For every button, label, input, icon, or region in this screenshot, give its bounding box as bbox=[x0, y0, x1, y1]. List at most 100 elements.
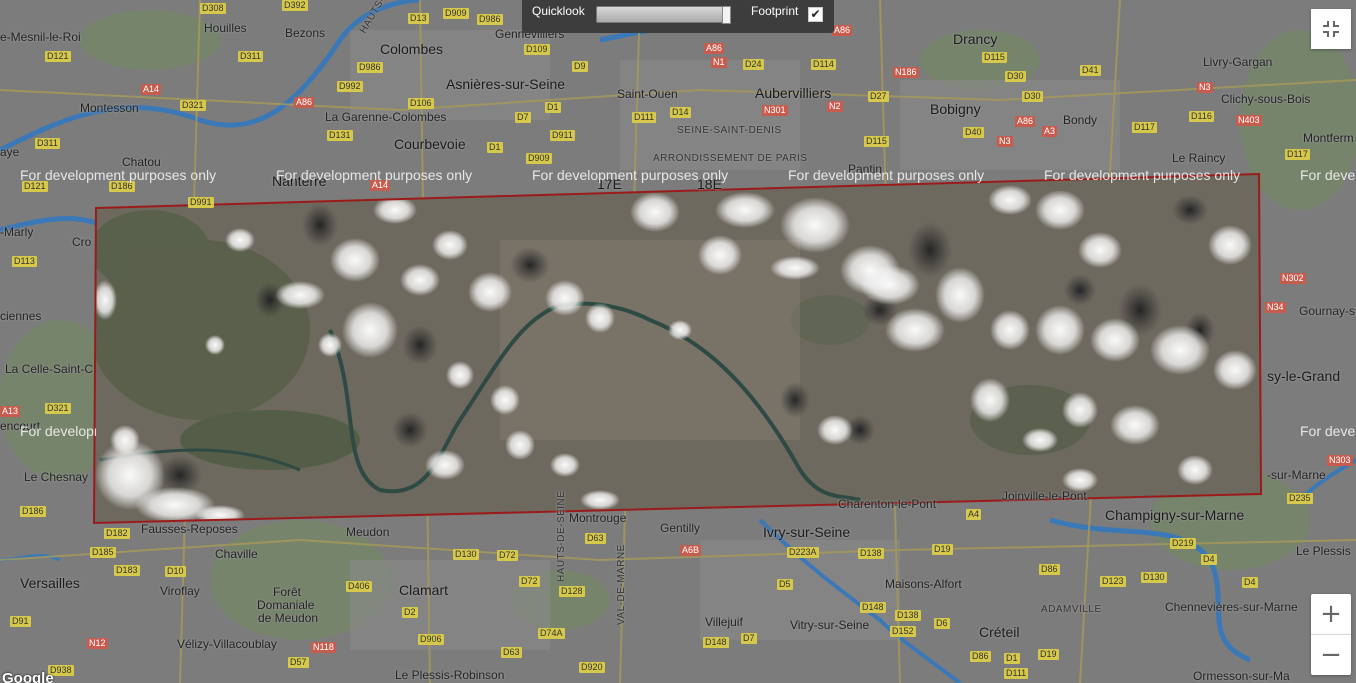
dev-watermark: For development purposes only bbox=[1300, 167, 1356, 183]
road-shield: N303 bbox=[1327, 455, 1353, 466]
road-shield: A6B bbox=[680, 545, 702, 556]
place-label: Houilles bbox=[204, 21, 247, 35]
place-label: Charenton-le-Pont bbox=[838, 497, 937, 511]
road-shield: D2 bbox=[402, 607, 418, 618]
road-shield: D19 bbox=[1038, 649, 1059, 660]
road-shield: D5 bbox=[777, 579, 793, 590]
road-shield: D183 bbox=[114, 565, 140, 576]
place-label: Vélizy-Villacoublay bbox=[177, 637, 277, 651]
plus-icon: + bbox=[1320, 599, 1342, 629]
checkmark-icon: ✔ bbox=[810, 7, 821, 21]
road-shield: D235 bbox=[1287, 493, 1313, 504]
minus-icon: − bbox=[1320, 640, 1342, 670]
place-label: HAUTS-DE-SEINE bbox=[556, 490, 567, 582]
road-shield: D1 bbox=[545, 102, 561, 113]
road-shield: D223A bbox=[787, 547, 819, 558]
place-label: Montferm bbox=[1303, 131, 1354, 145]
place-label: Gournay-s bbox=[1299, 304, 1356, 318]
road-shield: D106 bbox=[408, 98, 434, 109]
quicklook-slider-thumb[interactable] bbox=[722, 6, 731, 24]
place-label: Villejuif bbox=[705, 615, 743, 629]
road-shield: D86 bbox=[970, 651, 991, 662]
place-label: sy-le-Grand bbox=[1267, 368, 1341, 384]
road-shield: N34 bbox=[1265, 302, 1286, 313]
place-label: ADAMVILLE bbox=[1041, 604, 1102, 615]
dev-watermark: For development purposes only bbox=[276, 167, 473, 183]
road-shield: D114 bbox=[811, 59, 836, 70]
fullscreen-button[interactable] bbox=[1311, 9, 1351, 49]
place-label: Viroflay bbox=[160, 584, 200, 598]
place-label: Le Chesnay bbox=[24, 470, 89, 484]
place-label: Le Raincy bbox=[1172, 151, 1226, 165]
road-shield: D128 bbox=[559, 586, 585, 597]
place-label: Clichy-sous-Bois bbox=[1221, 92, 1311, 106]
road-shield: N302 bbox=[1280, 273, 1306, 284]
place-label: Bobigny bbox=[930, 101, 981, 117]
road-shield: N186 bbox=[893, 67, 919, 78]
road-shield: D906 bbox=[418, 634, 444, 645]
place-label: Chennevières-sur-Marne bbox=[1165, 600, 1298, 614]
road-shield: D911 bbox=[550, 130, 575, 141]
road-shield: D123 bbox=[1100, 576, 1126, 587]
road-shield: D113 bbox=[12, 256, 37, 267]
road-shield: D30 bbox=[1005, 71, 1026, 82]
footprint-checkbox[interactable]: ✔ bbox=[808, 7, 823, 22]
road-shield: D406 bbox=[346, 581, 372, 592]
road-shield: N301 bbox=[762, 105, 788, 116]
road-shield: D148 bbox=[860, 602, 886, 613]
road-shield: D311 bbox=[35, 138, 60, 149]
road-shield: D10 bbox=[165, 566, 186, 577]
road-shield: D116 bbox=[1189, 111, 1214, 122]
zoom-out-button[interactable]: − bbox=[1311, 635, 1351, 675]
place-label: Le Plessis bbox=[1296, 544, 1351, 558]
place-label: -sur-Marne bbox=[1267, 468, 1326, 482]
road-shield: D27 bbox=[868, 91, 889, 102]
dev-watermark: For development purposes only bbox=[20, 423, 96, 439]
road-shield: D41 bbox=[1080, 65, 1101, 76]
road-shield: D909 bbox=[443, 8, 469, 19]
road-shield: A4 bbox=[966, 509, 982, 520]
road-shield: N118 bbox=[311, 642, 336, 653]
quicklook-opacity-slider[interactable] bbox=[596, 6, 731, 24]
road-shield: D7 bbox=[515, 112, 531, 123]
dev-watermark: For development purposes only bbox=[20, 167, 217, 183]
place-label: Bondy bbox=[1063, 113, 1098, 127]
road-shield: D182 bbox=[104, 528, 130, 539]
place-label: Champigny-sur-Marne bbox=[1105, 507, 1245, 523]
place-label: Chaville bbox=[215, 547, 258, 561]
road-shield: D86 bbox=[1039, 564, 1060, 575]
google-logo: Google bbox=[2, 670, 54, 683]
place-label: Vitry-sur-Seine bbox=[790, 618, 870, 632]
map-canvas[interactable]: e-Mesnil-le-Roi Houilles Bezons Gennevil… bbox=[0, 0, 1356, 683]
road-shield: N3 bbox=[1197, 82, 1213, 93]
road-shield: D6 bbox=[934, 618, 950, 629]
place-label: Ivry-sur-Seine bbox=[763, 524, 851, 540]
road-shield: D9 bbox=[572, 61, 588, 72]
fullscreen-exit-icon bbox=[1323, 21, 1339, 37]
place-label: Gentilly bbox=[660, 521, 701, 535]
dev-watermark: For development purposes only bbox=[1044, 167, 1241, 183]
road-shield: D24 bbox=[743, 59, 764, 70]
road-shield: D72 bbox=[497, 550, 518, 561]
road-shield: D311 bbox=[238, 51, 263, 62]
layer-control-bar: Quicklook Footprint ✔ bbox=[522, 0, 834, 33]
road-shield: D13 bbox=[408, 13, 429, 24]
road-shield: D115 bbox=[864, 136, 889, 147]
road-shield: D920 bbox=[579, 662, 605, 673]
road-shield: A3 bbox=[1042, 126, 1058, 137]
road-shield: D991 bbox=[188, 197, 214, 208]
place-label: Le Plessis-Robinson bbox=[395, 668, 505, 682]
road-shield: A86 bbox=[1015, 116, 1036, 127]
road-shield: A86 bbox=[832, 25, 853, 36]
place-label: Joinville-le-Pont bbox=[1002, 489, 1087, 503]
place-label: Saint-Ouen bbox=[617, 87, 678, 101]
zoom-in-button[interactable]: + bbox=[1311, 594, 1351, 635]
place-label: Colombes bbox=[380, 41, 444, 57]
road-shield: D4 bbox=[1242, 577, 1258, 588]
place-label: Créteil bbox=[979, 624, 1020, 640]
road-shield: D74A bbox=[538, 628, 565, 639]
place-label: ARRONDISSEMENT DE PARIS bbox=[653, 153, 808, 164]
road-shield: D308 bbox=[200, 3, 226, 14]
place-label: ciennes bbox=[0, 309, 42, 323]
road-shield: D63 bbox=[501, 647, 522, 658]
